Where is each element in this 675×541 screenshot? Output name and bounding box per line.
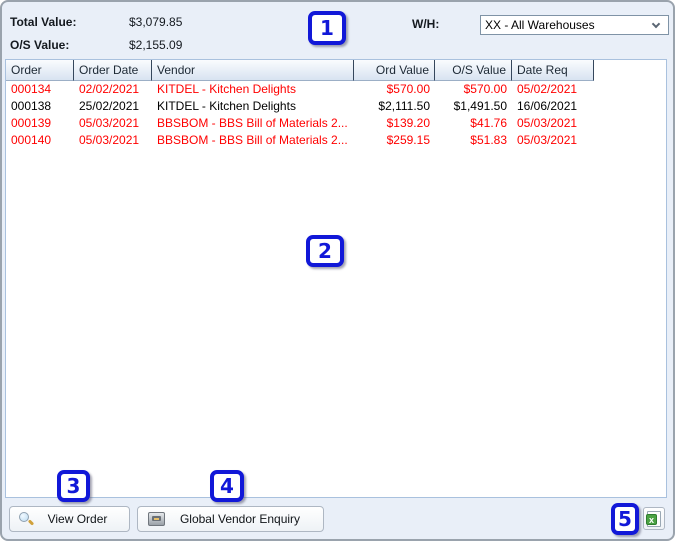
column-header-order[interactable]: Order: [6, 60, 74, 81]
cell-date-req: 05/02/2021: [517, 82, 578, 96]
chevron-down-icon: [651, 19, 661, 29]
total-value-label: Total Value:: [10, 15, 77, 29]
orders-table: Order Order Date Vendor Ord Value O/S Va…: [5, 59, 667, 498]
cell-order-date: 25/02/2021: [79, 99, 140, 113]
annotation-marker-1: 1: [308, 11, 346, 45]
column-header-ord-value[interactable]: Ord Value: [354, 60, 435, 81]
cell-ord-value: $139.20: [386, 116, 430, 130]
table-row[interactable]: 000140 05/03/2021 BBSBOM - BBS Bill of M…: [6, 132, 666, 149]
os-value: $2,155.09: [129, 38, 183, 52]
warehouse-label: W/H:: [412, 17, 440, 31]
excel-export-icon: x: [646, 510, 661, 527]
cell-date-req: 05/03/2021: [517, 116, 578, 130]
view-order-button-label: View Order: [47, 512, 108, 526]
warehouse-dropdown[interactable]: XX - All Warehouses: [480, 15, 669, 35]
cell-order: 000140: [11, 133, 52, 147]
cell-order-date: 05/03/2021: [79, 116, 140, 130]
total-value: $3,079.85: [129, 15, 183, 29]
annotation-marker-3: 3: [57, 470, 90, 502]
cell-vendor: BBSBOM - BBS Bill of Materials 2...: [157, 116, 348, 130]
os-value-label: O/S Value:: [10, 38, 70, 52]
cell-os-value: $1,491.50: [453, 99, 507, 113]
export-excel-button[interactable]: x: [643, 507, 665, 530]
column-header-os-value[interactable]: O/S Value: [435, 60, 512, 81]
cell-os-value: $41.76: [470, 116, 507, 130]
cell-order-date: 02/02/2021: [79, 82, 140, 96]
column-header-filler: [594, 60, 666, 81]
cell-date-req: 05/03/2021: [517, 133, 578, 147]
magnifier-icon: [18, 511, 35, 527]
global-vendor-enquiry-button[interactable]: Global Vendor Enquiry: [137, 506, 324, 532]
cell-order: 000134: [11, 82, 52, 96]
column-header-vendor[interactable]: Vendor: [152, 60, 354, 81]
table-row[interactable]: 000139 05/03/2021 BBSBOM - BBS Bill of M…: [6, 115, 666, 132]
cell-os-value: $570.00: [463, 82, 507, 96]
table-row[interactable]: 000134 02/02/2021 KITDEL - Kitchen Delig…: [6, 81, 666, 98]
annotation-marker-4: 4: [210, 470, 244, 502]
cash-register-icon: [148, 512, 165, 526]
cell-os-value: $51.83: [470, 133, 507, 147]
cell-vendor: BBSBOM - BBS Bill of Materials 2...: [157, 133, 348, 147]
view-order-button[interactable]: View Order: [9, 506, 130, 532]
warehouse-dropdown-value: XX - All Warehouses: [485, 18, 595, 32]
table-row[interactable]: 000138 25/02/2021 KITDEL - Kitchen Delig…: [6, 98, 666, 115]
cell-ord-value: $570.00: [386, 82, 430, 96]
global-vendor-enquiry-button-label: Global Vendor Enquiry: [179, 512, 301, 526]
cell-order: 000138: [11, 99, 52, 113]
orders-table-header: Order Order Date Vendor Ord Value O/S Va…: [6, 60, 666, 81]
cell-order-date: 05/03/2021: [79, 133, 140, 147]
column-header-order-date[interactable]: Order Date: [74, 60, 152, 81]
cell-vendor: KITDEL - Kitchen Delights: [157, 99, 296, 113]
annotation-marker-5: 5: [611, 503, 639, 535]
cell-ord-value: $259.15: [386, 133, 430, 147]
cell-date-req: 16/06/2021: [517, 99, 578, 113]
cell-order: 000139: [11, 116, 52, 130]
cell-vendor: KITDEL - Kitchen Delights: [157, 82, 296, 96]
cell-ord-value: $2,111.50: [378, 99, 430, 113]
annotation-marker-2: 2: [306, 235, 344, 267]
column-header-date-req[interactable]: Date Req: [512, 60, 594, 81]
order-enquiry-window: Total Value: $3,079.85 O/S Value: $2,155…: [0, 0, 675, 541]
